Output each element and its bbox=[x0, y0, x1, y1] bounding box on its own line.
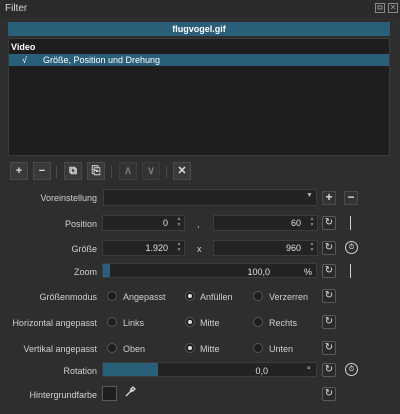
h-align-radio-left[interactable] bbox=[107, 317, 117, 327]
v-align-radio-middle[interactable] bbox=[185, 343, 195, 353]
filter-item-label: Größe, Position und Drehung bbox=[43, 55, 161, 65]
delete-preset-button[interactable]: − bbox=[344, 191, 358, 205]
position-label: Position bbox=[64, 219, 97, 229]
rotation-slider-fill bbox=[103, 363, 158, 376]
position-y-field[interactable]: 60 bbox=[213, 215, 318, 231]
h-align-option-left: Links bbox=[123, 318, 145, 328]
zoom-slider-fill bbox=[103, 264, 110, 277]
copy-filter-button[interactable]: ⧉ bbox=[64, 162, 82, 180]
zoom-value: 100,0 bbox=[247, 267, 270, 277]
reset-rotation-icon[interactable]: ↻ bbox=[322, 363, 336, 377]
stopwatch-icon[interactable]: ⏱ bbox=[345, 241, 358, 254]
reset-position-icon[interactable]: ↻ bbox=[322, 216, 336, 230]
move-up-button[interactable]: ∧ bbox=[119, 162, 137, 180]
move-down-button[interactable]: ∨ bbox=[142, 162, 160, 180]
reset-h-align-icon[interactable]: ↻ bbox=[322, 315, 336, 329]
deselect-filter-button[interactable]: ✕ bbox=[173, 162, 191, 180]
clip-name-header: flugvogel.gif bbox=[8, 22, 390, 36]
size-mode-option-fit: Angepasst bbox=[123, 292, 166, 302]
remove-filter-button[interactable]: − bbox=[33, 162, 51, 180]
v-align-radio-bottom[interactable] bbox=[253, 343, 263, 353]
reset-zoom-icon[interactable]: ↻ bbox=[322, 264, 336, 278]
rotation-label: Rotation bbox=[63, 366, 97, 376]
preset-select[interactable] bbox=[103, 189, 317, 206]
preset-label: Voreinstellung bbox=[40, 193, 97, 203]
v-align-radio-top[interactable] bbox=[107, 343, 117, 353]
float-icon[interactable]: ⧉ bbox=[375, 3, 385, 13]
v-align-option-bottom: Unten bbox=[269, 344, 294, 354]
zoom-unit: % bbox=[304, 267, 313, 277]
save-preset-button[interactable]: + bbox=[322, 191, 336, 205]
size-mode-radio-fill[interactable] bbox=[185, 291, 195, 301]
v-align-option-top: Oben bbox=[123, 344, 146, 354]
rotation-value: 0,0 bbox=[255, 366, 268, 376]
spin-arrows-icon[interactable]: ▲ ▼ bbox=[174, 216, 184, 230]
zoom-label: Zoom bbox=[73, 267, 97, 277]
h-align-radio-center[interactable] bbox=[185, 317, 195, 327]
spin-arrows-icon[interactable]: ▲ ▼ bbox=[307, 216, 317, 230]
h-align-label: Horizontal angepasst bbox=[12, 318, 97, 328]
reset-background-icon[interactable]: ↻ bbox=[322, 387, 336, 401]
stopwatch-icon[interactable]: ⏱ bbox=[345, 363, 358, 376]
size-width-field[interactable]: 1.920 bbox=[102, 240, 185, 256]
toolbar-separator bbox=[166, 166, 167, 178]
reset-v-align-icon[interactable]: ↻ bbox=[322, 341, 336, 355]
keyframe-placeholder bbox=[350, 264, 351, 278]
color-picker-icon[interactable] bbox=[123, 386, 137, 400]
v-align-option-middle: Mitte bbox=[200, 344, 220, 354]
spin-arrows-icon[interactable]: ▲ ▼ bbox=[307, 241, 317, 255]
h-align-option-right: Rechts bbox=[269, 318, 298, 328]
size-mode-radio-fit[interactable] bbox=[107, 291, 117, 301]
h-align-option-center: Mitte bbox=[200, 318, 220, 328]
v-align-label: Vertikal angepasst bbox=[23, 344, 97, 354]
position-x-field[interactable]: 0 bbox=[102, 215, 185, 231]
size-mode-option-distort: Verzerren bbox=[269, 292, 309, 302]
panel-titlebar bbox=[0, 0, 400, 18]
filter-item-checkbox[interactable]: √ bbox=[22, 55, 27, 65]
position-separator: , bbox=[197, 219, 200, 229]
filter-list-section: Video bbox=[11, 42, 36, 52]
size-separator: x bbox=[197, 244, 202, 254]
panel-title: Filter bbox=[5, 3, 28, 14]
size-height-field[interactable]: 960 bbox=[213, 240, 318, 256]
size-label: Größe bbox=[71, 244, 97, 254]
size-mode-option-fill: Anfüllen bbox=[200, 292, 233, 302]
add-filter-button[interactable]: + bbox=[10, 162, 28, 180]
chevron-down-icon: ▼ bbox=[306, 192, 313, 199]
reset-size-icon[interactable]: ↻ bbox=[322, 241, 336, 255]
reset-size-mode-icon[interactable]: ↻ bbox=[322, 289, 336, 303]
toolbar-separator bbox=[111, 166, 112, 178]
size-mode-radio-distort[interactable] bbox=[253, 291, 263, 301]
background-color-swatch[interactable] bbox=[102, 386, 117, 401]
close-icon[interactable]: ✕ bbox=[388, 3, 398, 13]
h-align-radio-right[interactable] bbox=[253, 317, 263, 327]
spin-arrows-icon[interactable]: ▲ ▼ bbox=[174, 241, 184, 255]
paste-filter-button[interactable]: ⎘ bbox=[87, 162, 105, 180]
background-color-label: Hintergrundfarbe bbox=[29, 390, 97, 400]
zoom-slider[interactable] bbox=[102, 263, 317, 278]
toolbar-separator bbox=[56, 166, 57, 178]
rotation-unit: ° bbox=[307, 365, 311, 375]
keyframe-placeholder bbox=[350, 216, 351, 230]
size-mode-label: Größenmodus bbox=[39, 292, 97, 302]
